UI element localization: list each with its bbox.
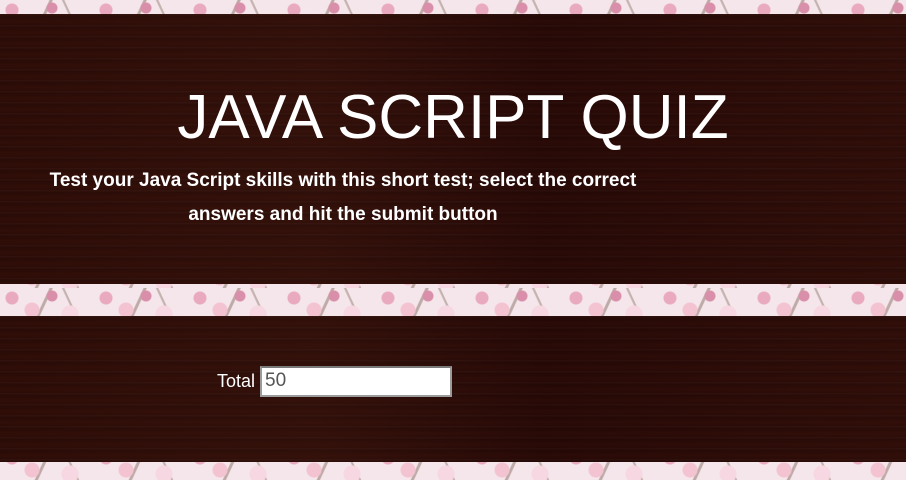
total-field[interactable] [260,365,453,397]
results-panel [0,316,906,462]
page-title: JAVA SCRIPT QUIZ [177,83,729,152]
total-label: Total [217,370,256,391]
total-row: Total [217,363,453,399]
page-subtitle: Test your Java Script skills with this s… [49,170,637,225]
